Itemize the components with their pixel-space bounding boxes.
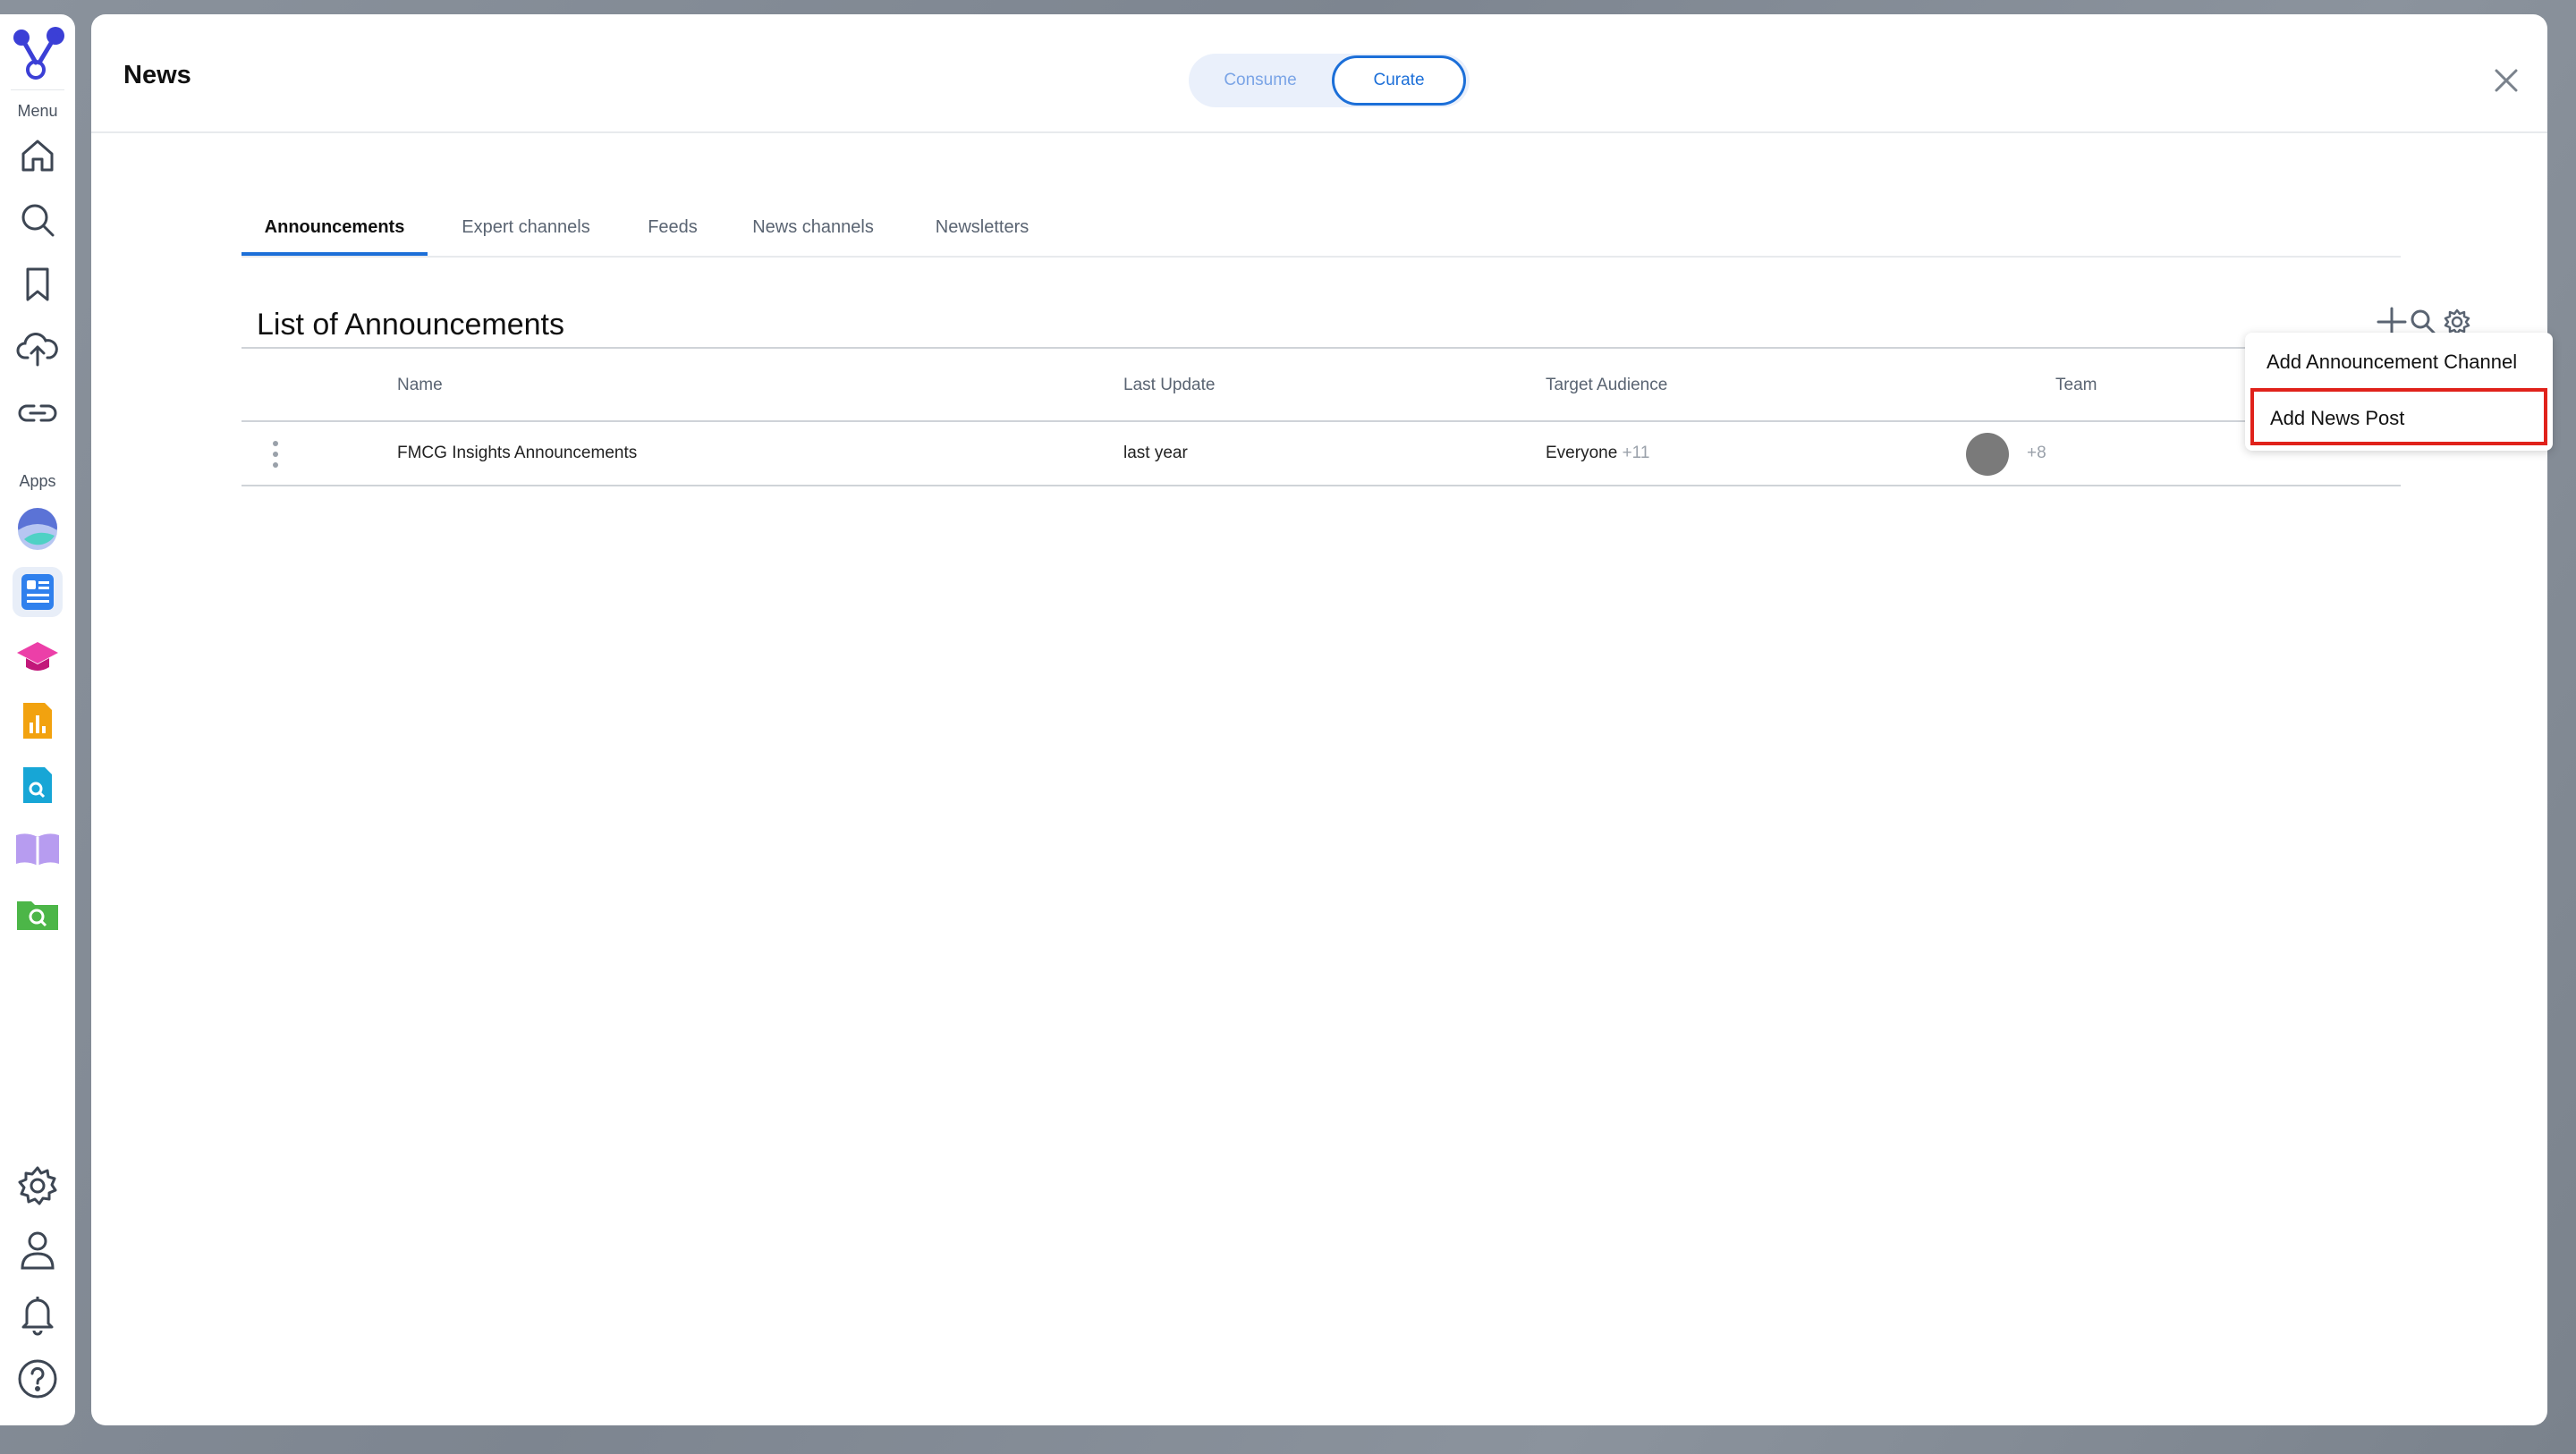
row-menu-icon[interactable] xyxy=(272,440,279,469)
tab-news-channels[interactable]: News channels xyxy=(724,202,902,254)
column-last-update[interactable]: Last Update xyxy=(1123,376,1215,395)
help-icon[interactable] xyxy=(13,1354,63,1404)
announcements-table: Name Last Update Target Audience Team FM… xyxy=(242,347,2401,486)
column-target-audience[interactable]: Target Audience xyxy=(1546,376,1667,395)
insights-app-icon[interactable] xyxy=(13,503,63,553)
panel-header: News Consume Curate xyxy=(91,14,2547,133)
table-row[interactable]: FMCG Insights Announcements last year Ev… xyxy=(242,422,2401,486)
section-tabs: Announcements Expert channels Feeds News… xyxy=(242,202,2401,258)
list-title: List of Announcements xyxy=(257,308,565,342)
close-icon[interactable] xyxy=(2490,64,2522,97)
column-team[interactable]: Team xyxy=(2055,376,2097,395)
consume-mode-button[interactable]: Consume xyxy=(1194,55,1326,106)
tab-announcements[interactable]: Announcements xyxy=(242,202,428,256)
document-search-app-icon[interactable] xyxy=(13,760,63,810)
row-name[interactable]: FMCG Insights Announcements xyxy=(397,444,637,463)
apps-label: Apps xyxy=(19,472,56,490)
app-rail: Menu Apps xyxy=(0,14,75,1425)
avatar xyxy=(1966,433,2009,476)
rail-divider xyxy=(11,89,64,90)
tab-newsletters[interactable]: Newsletters xyxy=(902,202,1063,254)
folder-search-app-icon[interactable] xyxy=(13,889,63,939)
brand-logo-icon[interactable] xyxy=(9,25,66,82)
tab-feeds[interactable]: Feeds xyxy=(628,202,717,254)
team-more-text: +8 xyxy=(2027,444,2046,462)
news-app-icon[interactable] xyxy=(13,567,63,617)
bell-icon[interactable] xyxy=(13,1289,63,1340)
add-announcement-channel-item[interactable]: Add Announcement Channel xyxy=(2245,336,2553,390)
add-news-post-item[interactable]: Add News Post xyxy=(2250,388,2547,445)
settings-icon[interactable] xyxy=(13,1161,63,1211)
user-icon[interactable] xyxy=(13,1225,63,1275)
bookmark-icon[interactable] xyxy=(13,259,63,309)
column-name[interactable]: Name xyxy=(397,376,443,395)
mode-toggle: Consume Curate xyxy=(1189,54,1470,107)
menu-label: Menu xyxy=(17,102,58,120)
news-panel: News Consume Curate Announcements Expert… xyxy=(91,14,2547,1425)
library-app-icon[interactable] xyxy=(13,824,63,875)
add-menu-dropdown: Add Announcement Channel Add News Post xyxy=(2245,333,2553,451)
learning-app-icon[interactable] xyxy=(13,631,63,681)
audience-more-count: +11 xyxy=(1622,444,1650,462)
search-icon[interactable] xyxy=(13,195,63,245)
link-icon[interactable] xyxy=(13,388,63,438)
tab-expert-channels[interactable]: Expert channels xyxy=(433,202,619,254)
row-last-update: last year xyxy=(1123,444,1188,462)
home-icon[interactable] xyxy=(13,131,63,181)
table-header: Name Last Update Target Audience Team xyxy=(242,349,2401,422)
upload-cloud-icon[interactable] xyxy=(13,324,63,374)
row-audience: Everyone +11 xyxy=(1546,444,1649,463)
page-title: News xyxy=(123,61,191,89)
analytics-app-icon[interactable] xyxy=(13,696,63,746)
audience-value: Everyone xyxy=(1546,444,1618,462)
curate-mode-button[interactable]: Curate xyxy=(1332,55,1466,106)
